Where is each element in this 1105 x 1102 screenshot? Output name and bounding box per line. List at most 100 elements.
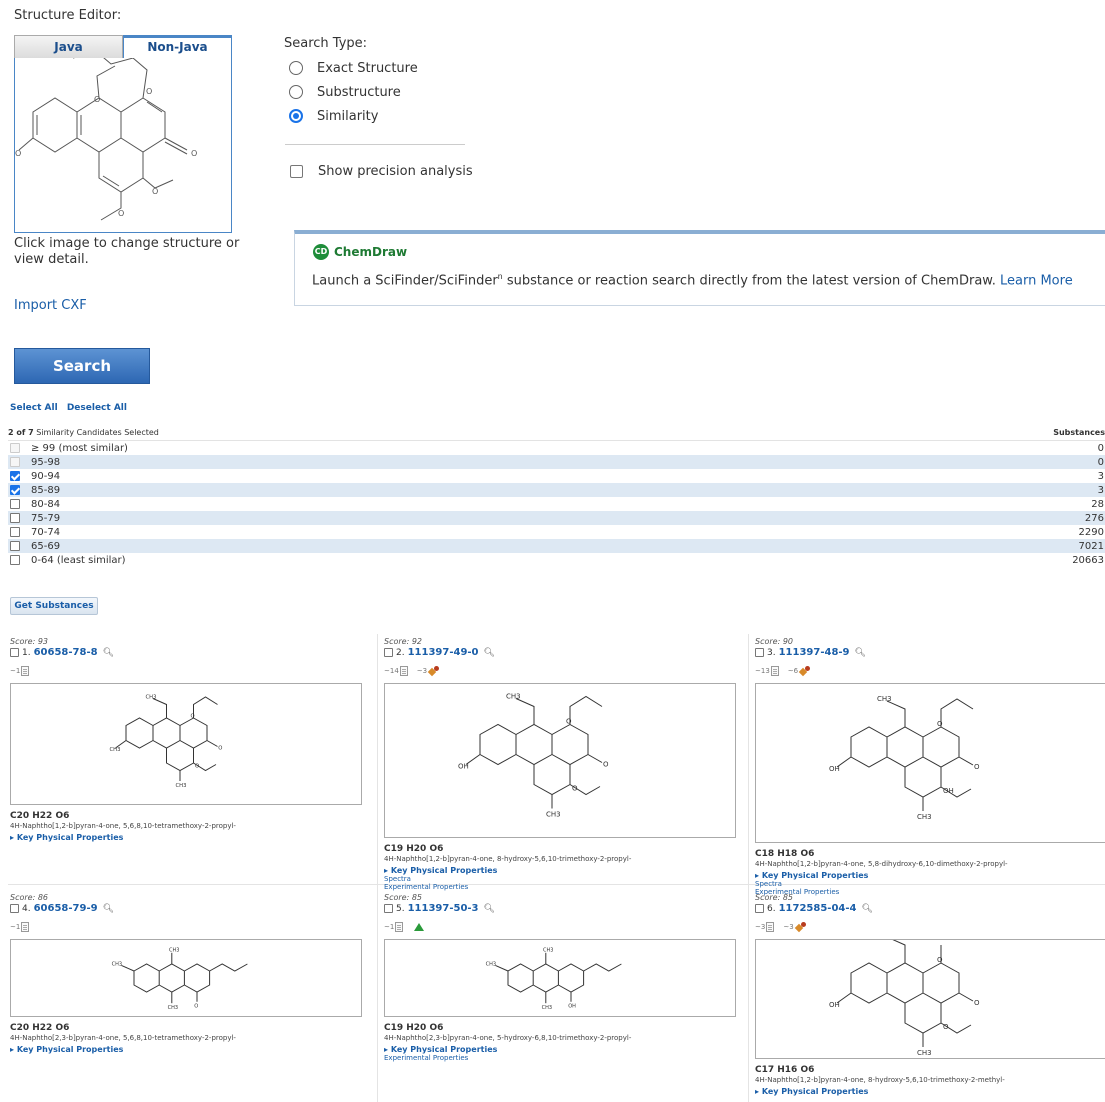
extra-link[interactable]: Experimental Properties (384, 883, 751, 891)
similarity-row[interactable]: 95-98 0 (8, 455, 1105, 469)
commercial-sources-badge[interactable] (412, 923, 425, 931)
result-badges: ~14 ~3 (384, 665, 751, 677)
similarity-row-checkbox[interactable] (10, 541, 20, 551)
magnifier-icon[interactable]: 🔍︎ (855, 648, 866, 658)
cas-number-link[interactable]: 60658-78-8 (34, 647, 98, 658)
similarity-range: ≥ 99 (most similar) (31, 442, 128, 454)
molecule-structure-image[interactable]: OOCH3OHCH3O (756, 931, 1105, 1058)
result-checkbox[interactable] (10, 648, 19, 657)
svg-text:OH: OH (458, 763, 469, 771)
radio-label: Substructure (317, 84, 401, 100)
result-checkbox[interactable] (10, 904, 19, 913)
key-physical-properties-link[interactable]: ▸ Key Physical Properties (384, 1045, 751, 1054)
key-physical-properties-link[interactable]: ▸ Key Physical Properties (384, 866, 751, 875)
substance-name: 4H-Naphtho[2,3-b]pyran-4-one, 5-hydroxy-… (384, 1034, 632, 1042)
molecule-structure-image[interactable]: CH3 CH3 CH3 OH (385, 940, 735, 1016)
select-all-link[interactable]: Select All (10, 403, 58, 413)
svg-text:CH3: CH3 (542, 1005, 552, 1011)
extra-link[interactable]: Spectra (755, 880, 1105, 888)
extra-link[interactable]: Experimental Properties (384, 1054, 751, 1062)
radio-similarity[interactable]: Similarity (289, 107, 378, 125)
similarity-row-checkbox[interactable] (10, 513, 20, 523)
radio-button-selected[interactable] (289, 109, 303, 123)
references-badge[interactable]: ~3 (755, 922, 775, 932)
molecule-image-box[interactable]: CH3 CH3 CH3 O (10, 939, 362, 1017)
extra-link[interactable]: Spectra (384, 875, 751, 883)
similarity-range: 90-94 (31, 470, 61, 482)
import-cxf-link[interactable]: Import CXF (14, 298, 87, 313)
similarity-range: 75-79 (31, 512, 61, 524)
similarity-row-checkbox[interactable] (10, 499, 20, 509)
deselect-all-link[interactable]: Deselect All (67, 403, 127, 413)
magnifier-icon[interactable]: 🔍︎ (861, 904, 872, 914)
key-physical-properties-link[interactable]: ▸ Key Physical Properties (755, 871, 1105, 880)
chemdraw-banner: CD ChemDraw Launch a SciFinder/SciFinder… (294, 230, 1105, 306)
molecule-structure-image[interactable]: O O CH3 CH3 CH3 O (11, 684, 361, 804)
tab-non-java[interactable]: Non-Java (123, 35, 232, 59)
cas-number-link[interactable]: 111397-50-3 (408, 903, 479, 914)
cas-number-link[interactable]: 111397-48-9 (779, 647, 850, 658)
references-badge[interactable]: ~1 (10, 666, 30, 676)
similarity-row[interactable]: 80-84 28 (8, 497, 1105, 511)
radio-substructure[interactable]: Substructure (289, 83, 401, 101)
reactions-badge[interactable]: ~6 (788, 666, 811, 676)
query-structure-image[interactable]: O O O O O O (15, 51, 231, 232)
radio-button[interactable] (289, 61, 303, 75)
similarity-row-checkbox[interactable] (10, 485, 20, 495)
similarity-row[interactable]: 85-89 3 (8, 483, 1105, 497)
molecule-image-box[interactable]: O O CH3 CH3 CH3 O (10, 683, 362, 805)
result-checkbox[interactable] (755, 648, 764, 657)
similarity-row[interactable]: 90-94 3 (8, 469, 1105, 483)
result-badges: ~1 (10, 921, 377, 933)
radio-button[interactable] (289, 85, 303, 99)
molecule-image-box[interactable]: O O CH3 OH CH3 OH (755, 683, 1105, 843)
precision-analysis-checkbox[interactable] (290, 165, 303, 178)
reactions-badge[interactable]: ~3 (783, 922, 806, 932)
molecule-image-box[interactable]: CH3 CH3 CH3 OH (384, 939, 736, 1017)
key-physical-properties-link[interactable]: ▸ Key Physical Properties (755, 1087, 1105, 1096)
references-badge[interactable]: ~1 (384, 922, 404, 932)
similarity-row[interactable]: 75-79 276 (8, 511, 1105, 525)
result-checkbox[interactable] (384, 648, 393, 657)
substance-name: 4H-Naphtho[1,2-b]pyran-4-one, 8-hydroxy-… (755, 1076, 1005, 1084)
cas-number-link[interactable]: 1172585-04-4 (779, 903, 857, 914)
similarity-row[interactable]: 65-69 7021 (8, 539, 1105, 553)
molecule-image-box[interactable]: OOCH3OHCH3O (384, 683, 736, 838)
references-badge[interactable]: ~13 (755, 666, 779, 676)
cas-number-link[interactable]: 111397-49-0 (408, 647, 479, 658)
references-badge[interactable]: ~14 (384, 666, 408, 676)
similarity-row-checkbox[interactable] (10, 527, 20, 537)
svg-text:CH3: CH3 (486, 961, 496, 967)
similarity-row[interactable]: 70-74 2290 (8, 525, 1105, 539)
radio-exact-structure[interactable]: Exact Structure (289, 59, 418, 77)
similarity-row[interactable]: ≥ 99 (most similar) 0 (8, 441, 1105, 455)
key-physical-properties-link[interactable]: ▸ Key Physical Properties (10, 1045, 377, 1054)
similarity-row[interactable]: 0-64 (least similar) 20663 (8, 553, 1105, 567)
magnifier-icon[interactable]: 🔍︎ (484, 648, 495, 658)
cas-number-link[interactable]: 60658-79-9 (34, 903, 98, 914)
svg-text:O: O (974, 999, 980, 1007)
tab-java[interactable]: Java (14, 35, 123, 59)
magnifier-icon[interactable]: 🔍︎ (484, 904, 495, 914)
reactions-badge[interactable]: ~3 (417, 666, 440, 676)
structure-drawing[interactable]: O O O O O O (14, 51, 232, 233)
references-badge[interactable]: ~1 (10, 922, 30, 932)
substances-column-header: Substances (1053, 428, 1105, 437)
molecule-structure-image[interactable]: O O CH3 OH CH3 OH (756, 684, 1105, 842)
molecule-structure-image[interactable]: OOCH3OHCH3O (385, 684, 735, 837)
search-button[interactable]: Search (14, 348, 150, 384)
key-physical-properties-link[interactable]: ▸ Key Physical Properties (10, 833, 377, 842)
similarity-row-checkbox[interactable] (10, 555, 20, 565)
molecule-image-box[interactable]: OOCH3OHCH3O (755, 931, 1105, 1059)
similarity-row-checkbox[interactable] (10, 471, 20, 481)
magnifier-icon[interactable]: 🔍︎ (103, 648, 114, 658)
learn-more-link[interactable]: Learn More (1000, 273, 1073, 288)
result-checkbox[interactable] (384, 904, 393, 913)
molecule-structure-image[interactable]: CH3 CH3 CH3 O (11, 940, 361, 1016)
magnifier-icon[interactable]: 🔍︎ (103, 904, 114, 914)
svg-text:O: O (937, 720, 943, 728)
get-substances-button[interactable]: Get Substances (10, 597, 98, 615)
precision-analysis-option[interactable]: Show precision analysis (290, 164, 473, 179)
result-checkbox[interactable] (755, 904, 764, 913)
result-badges: ~3 ~3 (755, 921, 1105, 933)
